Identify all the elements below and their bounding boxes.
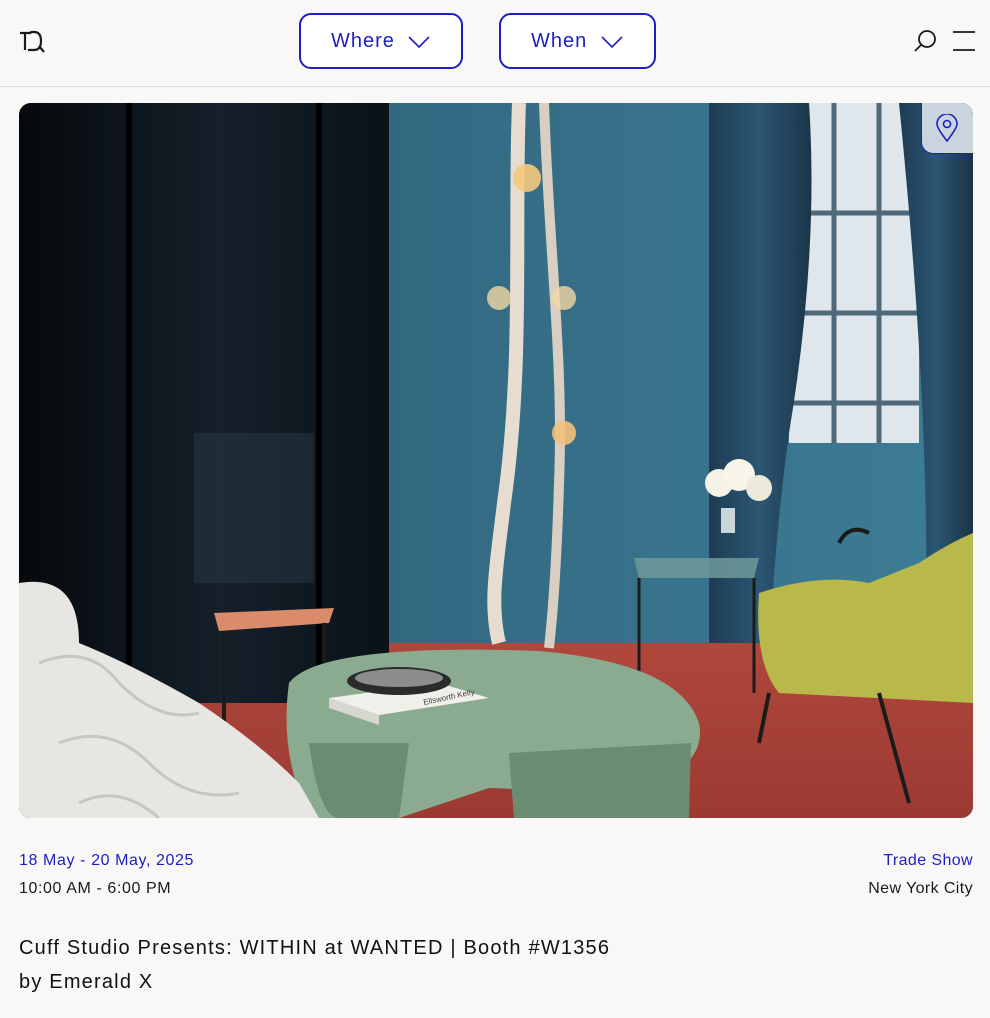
monogram-logo[interactable] — [19, 29, 45, 53]
event-photo: Ellsworth Kelly — [19, 103, 973, 818]
event-time-range: 10:00 AM - 6:00 PM — [19, 880, 172, 897]
event-title[interactable]: Cuff Studio Presents: WITHIN at WANTED |… — [19, 937, 610, 960]
map-pin-icon — [936, 114, 958, 142]
where-filter-label: Where — [331, 29, 395, 52]
chevron-down-icon — [408, 36, 430, 49]
event-city: New York City — [868, 880, 973, 897]
event-date-range: 18 May - 20 May, 2025 — [19, 852, 195, 869]
when-filter-label: When — [531, 29, 588, 52]
hamburger-menu-icon[interactable] — [953, 30, 975, 52]
chevron-down-icon — [601, 36, 623, 49]
search-icon[interactable] — [912, 28, 938, 54]
site-header: Where When — [0, 0, 990, 87]
event-hero-image[interactable]: Ellsworth Kelly — [19, 103, 973, 818]
map-pin-button[interactable] — [921, 103, 973, 154]
event-organizer: by Emerald X — [19, 971, 154, 993]
where-filter-button[interactable]: Where — [299, 13, 463, 69]
event-category-link[interactable]: Trade Show — [883, 852, 973, 870]
when-filter-button[interactable]: When — [499, 13, 656, 69]
